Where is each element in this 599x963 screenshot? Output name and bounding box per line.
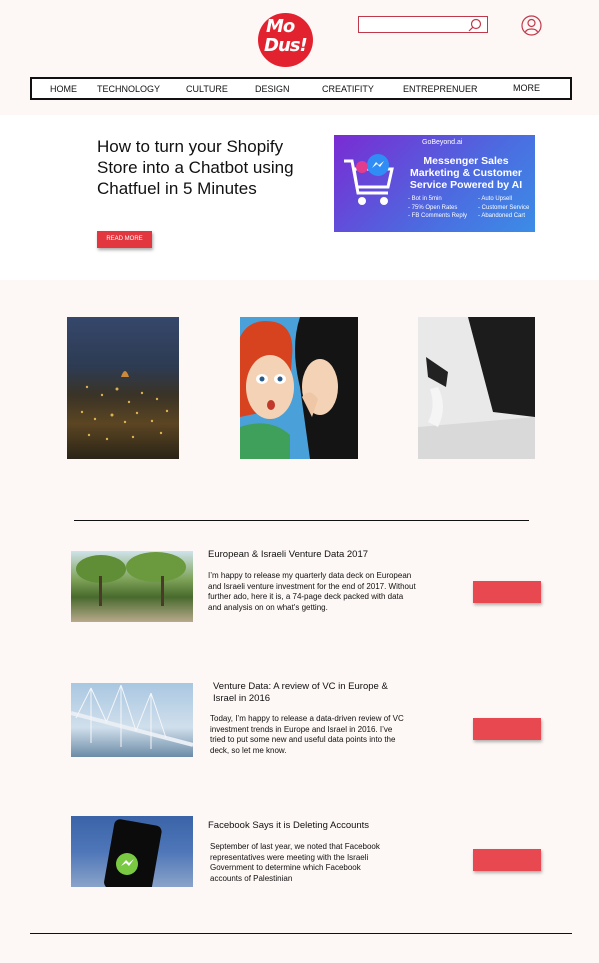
article-3-button[interactable] — [473, 849, 541, 871]
search-box[interactable] — [358, 16, 488, 35]
article-1-image[interactable] — [71, 551, 193, 622]
nav-item-creatifity[interactable]: CREATIFITY — [322, 84, 374, 94]
promo-headline: Messenger Sales Marketing & Customer Ser… — [409, 155, 523, 191]
article-2-title[interactable]: Venture Data: A review of VC in Europe &… — [213, 681, 413, 705]
nav-item-home[interactable]: HOME — [50, 84, 77, 94]
nav-item-technology[interactable]: TECHNOLOGY — [97, 84, 160, 94]
business-hand-image[interactable] — [418, 317, 535, 459]
logo-line-1: Mo — [266, 16, 295, 37]
nav-item-more[interactable]: MORE — [513, 83, 540, 93]
article-1-title[interactable]: European & Israeli Venture Data 2017 — [208, 549, 368, 560]
article-2-button[interactable] — [473, 718, 541, 740]
user-account-icon[interactable] — [521, 15, 542, 36]
section-divider — [74, 520, 529, 521]
article-3-title[interactable]: Facebook Says it is Deleting Accounts — [208, 820, 369, 831]
logo-line-2: Dus! — [264, 35, 308, 56]
nav-item-entreprenuer[interactable]: ENTREPRENUER — [403, 84, 478, 94]
search-icon[interactable] — [468, 18, 482, 32]
hero-title[interactable]: How to turn your Shopify Store into a Ch… — [97, 136, 297, 199]
read-more-button[interactable]: READ MORE — [97, 231, 152, 248]
article-2-body: Today, I’m happy to release a data-drive… — [210, 714, 404, 755]
city-night-image[interactable] — [67, 317, 179, 459]
modus-logo[interactable]: Mo Dus! — [258, 13, 313, 67]
article-3-image[interactable] — [71, 816, 193, 887]
shopping-cart-icon — [344, 154, 394, 205]
promo-features-left: - Bot in 5min - 75% Open Rates - FB Comm… — [408, 196, 468, 219]
promo-brand: GoBeyond.ai — [422, 139, 463, 146]
article-1-button[interactable] — [473, 581, 541, 603]
article-2-image[interactable] — [71, 683, 193, 757]
pop-art-gossip-image[interactable] — [240, 317, 358, 459]
nav-item-design[interactable]: DESIGN — [255, 84, 290, 94]
search-input[interactable] — [359, 20, 467, 35]
main-nav: HOME TECHNOLOGY CULTURE DESIGN CREATIFIT… — [30, 77, 572, 100]
article-1-body: I’m happy to release my quarterly data d… — [208, 571, 416, 612]
promo-banner[interactable]: GoBeyond.ai Messenger Sales Marketing & … — [334, 135, 535, 232]
article-3-body: September of last year, we noted that Fa… — [210, 842, 380, 883]
footer-divider — [30, 933, 572, 934]
promo-features-right: - Auto Upsell - Customer Service - Aband… — [478, 196, 530, 219]
nav-item-culture[interactable]: CULTURE — [186, 84, 228, 94]
